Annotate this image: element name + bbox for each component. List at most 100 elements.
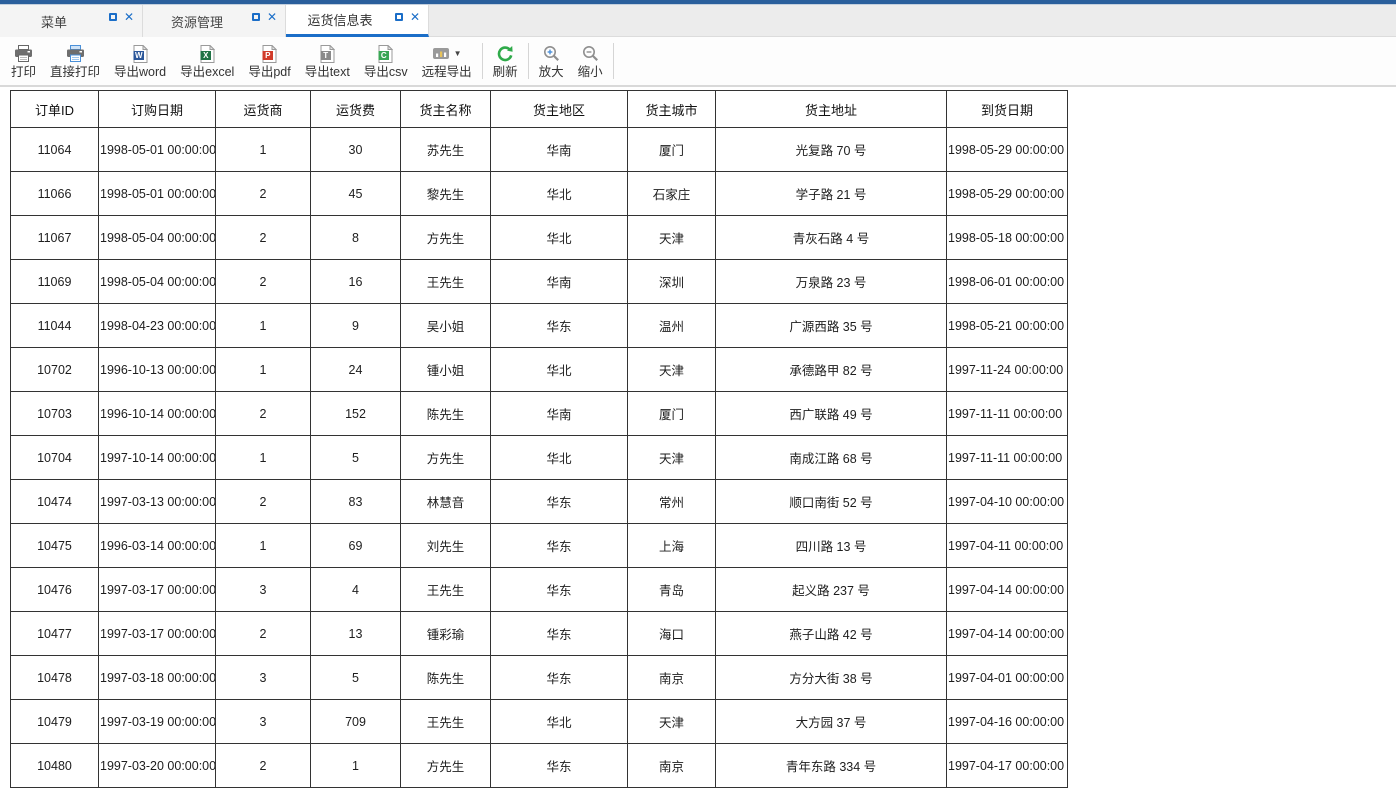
table-row[interactable]: 104801997-03-20 00:00:0021方先生华东南京青年东路 33… bbox=[11, 744, 1068, 788]
column-header: 货主城市 bbox=[628, 91, 716, 128]
refresh-icon bbox=[496, 44, 515, 64]
table-cell: 王先生 bbox=[401, 700, 491, 744]
table-row[interactable]: 104741997-03-13 00:00:00283林慧音华东常州顺口南街 5… bbox=[11, 480, 1068, 524]
table-cell: 10703 bbox=[11, 392, 99, 436]
table-cell: 顺口南街 52 号 bbox=[716, 480, 947, 524]
table-cell: 华北 bbox=[491, 172, 628, 216]
table-cell: 1996-10-14 00:00:00 bbox=[99, 392, 216, 436]
column-header: 订购日期 bbox=[99, 91, 216, 128]
table-cell: 起义路 237 号 bbox=[716, 568, 947, 612]
export-pdf-button[interactable]: P导出pdf bbox=[241, 38, 297, 84]
zoom-in-button[interactable]: 放大 bbox=[532, 38, 571, 84]
table-cell: 1 bbox=[216, 524, 311, 568]
table-cell: 16 bbox=[311, 260, 401, 304]
table-cell: 1998-05-21 00:00:00 bbox=[947, 304, 1068, 348]
toolbar-button-label: 导出excel bbox=[180, 65, 234, 79]
export-csv-button[interactable]: C导出csv bbox=[357, 38, 415, 84]
table-cell: 方分大街 38 号 bbox=[716, 656, 947, 700]
table-row[interactable]: 104781997-03-18 00:00:0035陈先生华东南京方分大街 38… bbox=[11, 656, 1068, 700]
table-row[interactable]: 107031996-10-14 00:00:002152陈先生华南厦门西广联路 … bbox=[11, 392, 1068, 436]
print-button[interactable]: 打印 bbox=[4, 38, 43, 84]
table-cell: 1 bbox=[216, 128, 311, 172]
table-cell: 4 bbox=[311, 568, 401, 612]
table-cell: 2 bbox=[216, 172, 311, 216]
export-word-button[interactable]: W导出word bbox=[107, 38, 173, 84]
toolbar-button-label: 导出csv bbox=[364, 65, 408, 79]
zoom-out-button[interactable]: 缩小 bbox=[571, 38, 610, 84]
svg-text:T: T bbox=[323, 51, 328, 60]
table-cell: 海口 bbox=[628, 612, 716, 656]
table-cell: 吴小姐 bbox=[401, 304, 491, 348]
svg-text:W: W bbox=[135, 51, 143, 60]
table-row[interactable]: 110671998-05-04 00:00:0028方先生华北天津青灰石路 4 … bbox=[11, 216, 1068, 260]
toolbar-separator bbox=[482, 43, 483, 79]
table-cell: 8 bbox=[311, 216, 401, 260]
maximize-icon[interactable] bbox=[395, 13, 403, 21]
table-cell: 11066 bbox=[11, 172, 99, 216]
table-cell: 林慧音 bbox=[401, 480, 491, 524]
table-cell: 四川路 13 号 bbox=[716, 524, 947, 568]
table-cell: 华东 bbox=[491, 656, 628, 700]
table-cell: 华东 bbox=[491, 612, 628, 656]
close-icon[interactable]: ✕ bbox=[410, 12, 420, 22]
tab-label: 菜单 bbox=[41, 12, 67, 31]
table-cell: 华南 bbox=[491, 260, 628, 304]
table-cell: 1998-06-01 00:00:00 bbox=[947, 260, 1068, 304]
table-row[interactable]: 107021996-10-13 00:00:00124锺小姐华北天津承德路甲 8… bbox=[11, 348, 1068, 392]
table-row[interactable]: 110641998-05-01 00:00:00130苏先生华南厦门光复路 70… bbox=[11, 128, 1068, 172]
toolbar-separator bbox=[613, 43, 614, 79]
text-file-icon: T bbox=[320, 44, 335, 64]
close-icon[interactable]: ✕ bbox=[124, 12, 134, 22]
table-cell: 锺小姐 bbox=[401, 348, 491, 392]
maximize-icon[interactable] bbox=[252, 13, 260, 21]
tab-shipping-info-table[interactable]: 运货信息表✕ bbox=[286, 5, 429, 37]
table-header-row: 订单ID订购日期运货商运货费货主名称货主地区货主城市货主地址到货日期 bbox=[11, 91, 1068, 128]
table-cell: 华北 bbox=[491, 700, 628, 744]
table-cell: 1997-04-16 00:00:00 bbox=[947, 700, 1068, 744]
table-cell: 2 bbox=[216, 216, 311, 260]
table-cell: 承德路甲 82 号 bbox=[716, 348, 947, 392]
tab-controls: ✕ bbox=[109, 12, 134, 22]
table-cell: 锺彩瑜 bbox=[401, 612, 491, 656]
table-cell: 华东 bbox=[491, 304, 628, 348]
close-icon[interactable]: ✕ bbox=[267, 12, 277, 22]
table-cell: 1998-05-29 00:00:00 bbox=[947, 128, 1068, 172]
toolbar: 打印直接打印W导出wordX导出excelP导出pdf T 导出text C导出csv… bbox=[0, 37, 1396, 87]
column-header: 到货日期 bbox=[947, 91, 1068, 128]
table-cell: 5 bbox=[311, 656, 401, 700]
column-header: 货主地址 bbox=[716, 91, 947, 128]
remote-export-button[interactable]: ▼远程导出 bbox=[415, 38, 479, 84]
table-row[interactable]: 104771997-03-17 00:00:00213锺彩瑜华东海口燕子山路 4… bbox=[11, 612, 1068, 656]
export-text-button[interactable]: T 导出text bbox=[298, 38, 357, 84]
table-cell: 1997-04-14 00:00:00 bbox=[947, 568, 1068, 612]
table-cell: 方先生 bbox=[401, 216, 491, 260]
table-cell: 3 bbox=[216, 568, 311, 612]
table-cell: 1997-11-24 00:00:00 bbox=[947, 348, 1068, 392]
table-cell: 709 bbox=[311, 700, 401, 744]
table-cell: 方先生 bbox=[401, 436, 491, 480]
tab-resource-management[interactable]: 资源管理✕ bbox=[143, 5, 286, 37]
table-row[interactable]: 104791997-03-19 00:00:003709王先生华北天津大方园 3… bbox=[11, 700, 1068, 744]
table-row[interactable]: 110661998-05-01 00:00:00245黎先生华北石家庄学子路 2… bbox=[11, 172, 1068, 216]
table-cell: 青岛 bbox=[628, 568, 716, 612]
table-cell: 45 bbox=[311, 172, 401, 216]
table-row[interactable]: 104751996-03-14 00:00:00169刘先生华东上海四川路 13… bbox=[11, 524, 1068, 568]
tab-menu[interactable]: 菜单 ✕ bbox=[0, 5, 143, 37]
table-cell: 陈先生 bbox=[401, 656, 491, 700]
table-cell: 王先生 bbox=[401, 568, 491, 612]
direct-print-button[interactable]: 直接打印 bbox=[43, 38, 107, 84]
table-cell: 常州 bbox=[628, 480, 716, 524]
table-cell: 10702 bbox=[11, 348, 99, 392]
table-row[interactable]: 110441998-04-23 00:00:0019吴小姐华东温州广源西路 35… bbox=[11, 304, 1068, 348]
svg-text:P: P bbox=[265, 51, 271, 60]
table-row[interactable]: 110691998-05-04 00:00:00216王先生华南深圳万泉路 23… bbox=[11, 260, 1068, 304]
maximize-icon[interactable] bbox=[109, 13, 117, 21]
table-row[interactable]: 107041997-10-14 00:00:0015方先生华北天津南成江路 68… bbox=[11, 436, 1068, 480]
table-row[interactable]: 104761997-03-17 00:00:0034王先生华东青岛起义路 237… bbox=[11, 568, 1068, 612]
table-cell: 1997-03-20 00:00:00 bbox=[99, 744, 216, 788]
table-cell: 83 bbox=[311, 480, 401, 524]
export-excel-button[interactable]: X导出excel bbox=[173, 38, 241, 84]
table-cell: 1997-04-14 00:00:00 bbox=[947, 612, 1068, 656]
toolbar-button-label: 导出text bbox=[305, 65, 350, 79]
refresh-button[interactable]: 刷新 bbox=[486, 38, 525, 84]
